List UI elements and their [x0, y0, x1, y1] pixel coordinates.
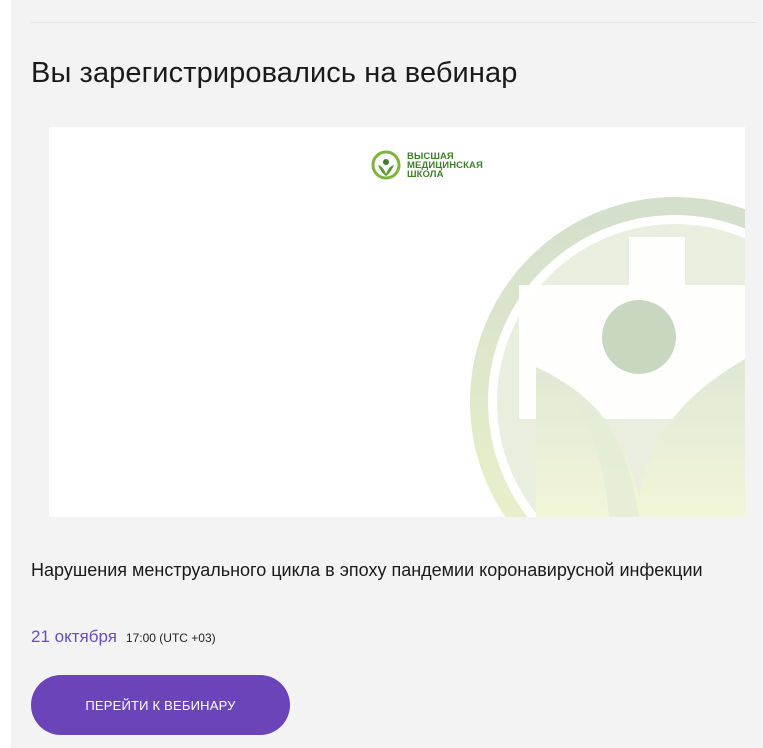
- page-title: Вы зарегистрировались на вебинар: [31, 57, 518, 89]
- webinar-title: Нарушения менструального цикла в эпоху п…: [31, 560, 703, 580]
- logo-line: ШКОЛА: [407, 168, 444, 180]
- top-divider: [31, 22, 756, 23]
- go-to-webinar-button[interactable]: ПЕРЕЙТИ К ВЕБИНАРУ: [31, 675, 290, 735]
- medical-school-logo-icon: [371, 150, 401, 180]
- logo-text: ВЫСШАЯ МЕДИЦИНСКАЯ ШКОЛА: [407, 151, 483, 180]
- webinar-date: 21 октября: [31, 627, 117, 646]
- webinar-time: 17:00 (UTC +03): [125, 631, 216, 645]
- medical-school-logo: ВЫСШАЯ МЕДИЦИНСКАЯ ШКОЛА: [371, 150, 483, 180]
- webinar-banner: ВЫСШАЯ МЕДИЦИНСКАЯ ШКОЛА: [49, 127, 745, 517]
- banner-emblem-watermark: [470, 197, 745, 517]
- registration-card: Вы зарегистрировались на вебинар ВЫСШАЯ …: [11, 0, 763, 748]
- webinar-datetime: 21 октября 17:00 (UTC +03): [31, 627, 216, 647]
